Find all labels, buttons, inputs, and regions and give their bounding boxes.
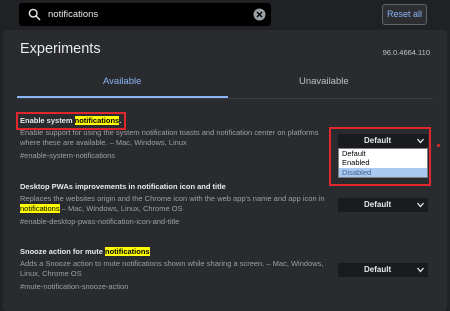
experiment-link[interactable]: #enable-system-notifications bbox=[20, 151, 335, 161]
experiment-description: Enable support for using the system noti… bbox=[20, 128, 319, 147]
experiment-name: Snooze action for mute notifications bbox=[20, 247, 150, 256]
experiment-description: Adds a Snooze action to mute notificatio… bbox=[20, 259, 324, 278]
chevron-down-icon bbox=[417, 267, 424, 273]
top-bar: Reset all bbox=[0, 0, 450, 30]
experiment-description: Replaces the websites origin and the Chr… bbox=[20, 194, 325, 213]
annotation-box-title bbox=[16, 112, 126, 130]
search-input[interactable] bbox=[48, 7, 248, 22]
search-highlight: notifications bbox=[20, 204, 60, 213]
tab-divider bbox=[17, 98, 433, 99]
version-label: 96.0.4664.110 bbox=[382, 48, 430, 57]
search-icon bbox=[28, 8, 41, 21]
experiment-item: Desktop PWAs improvements in notificatio… bbox=[20, 182, 335, 227]
annotation-dot bbox=[437, 144, 440, 147]
search-box[interactable] bbox=[19, 3, 271, 26]
clear-search-icon[interactable] bbox=[253, 8, 266, 21]
experiment-link[interactable]: #mute-notification-snooze-action bbox=[20, 282, 335, 292]
search-highlight: notifications bbox=[105, 247, 150, 256]
experiment-name: Desktop PWAs improvements in notificatio… bbox=[20, 182, 226, 191]
chevron-down-icon bbox=[417, 202, 424, 208]
experiment-select[interactable]: Default bbox=[338, 198, 428, 212]
page-title: Experiments bbox=[20, 41, 101, 57]
tab-unavailable[interactable]: Unavailable bbox=[299, 76, 349, 87]
reset-all-button[interactable]: Reset all bbox=[382, 4, 427, 25]
experiment-item: Snooze action for mute notifications Add… bbox=[20, 247, 335, 292]
tab-available[interactable]: Available bbox=[103, 76, 141, 87]
experiment-link[interactable]: #enable-desktop-pwas-notification-icon-a… bbox=[20, 217, 335, 227]
annotation-box-dropdown bbox=[329, 127, 431, 186]
experiment-select[interactable]: Default bbox=[338, 263, 428, 277]
